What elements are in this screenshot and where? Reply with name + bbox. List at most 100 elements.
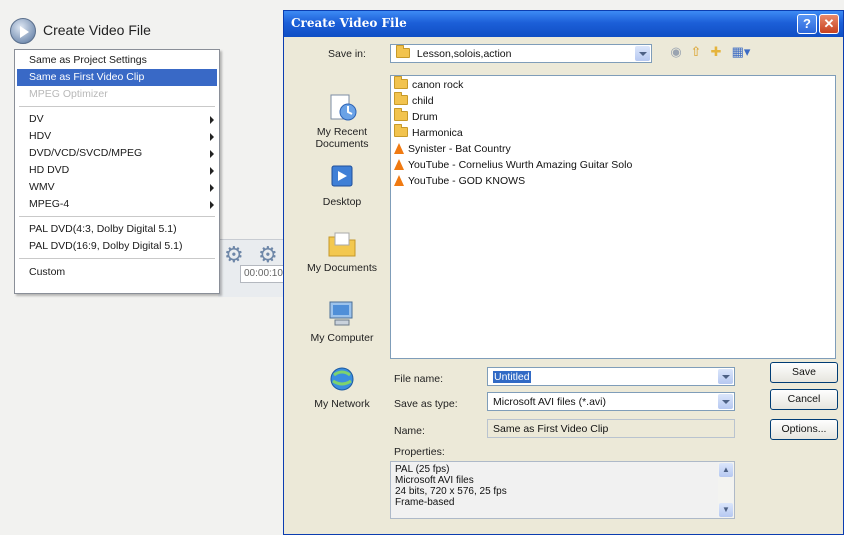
name-label: Name:: [394, 425, 425, 437]
menu-item-same-as-first-clip[interactable]: Same as First Video Clip: [17, 69, 217, 86]
menu-item-label: MPEG Optimizer: [29, 88, 108, 100]
place-my-documents[interactable]: My Documents: [296, 229, 388, 274]
menu-item-mpeg4[interactable]: MPEG-4: [17, 196, 217, 213]
my-network-icon: [325, 365, 359, 395]
dialog-titlebar[interactable]: Create Video File ? ✕: [284, 11, 843, 37]
properties-box[interactable]: PAL (25 fps) Microsoft AVI files 24 bits…: [390, 461, 735, 519]
submenu-arrow-icon: [210, 184, 214, 192]
menu-item-label: Custom: [29, 266, 66, 278]
menu-item-label: Same as First Video Clip: [29, 71, 145, 83]
place-label: My Network: [314, 398, 370, 410]
menu-item-custom[interactable]: Custom: [17, 264, 217, 281]
close-button[interactable]: ✕: [819, 14, 839, 34]
properties-label: Properties:: [394, 446, 445, 458]
menu-item-label: WMV: [29, 181, 55, 193]
name-value: Same as First Video Clip: [493, 423, 609, 435]
menu-item-label: PAL DVD(4:3, Dolby Digital 5.1): [29, 223, 177, 235]
file-name: Drum: [412, 111, 438, 123]
file-name: Synister - Bat Country: [408, 143, 511, 155]
list-item[interactable]: Synister - Bat Country: [394, 143, 511, 159]
folder-icon: [394, 108, 408, 121]
my-computer-icon: [325, 299, 359, 329]
help-button[interactable]: ?: [797, 14, 817, 34]
save-in-label: Save in:: [328, 48, 366, 60]
file-name: YouTube - GOD KNOWS: [408, 175, 526, 187]
menu-item-label: PAL DVD(16:9, Dolby Digital 5.1): [29, 240, 183, 252]
list-item[interactable]: YouTube - Cornelius Wurth Amazing Guitar…: [394, 159, 632, 175]
submenu-arrow-icon: [210, 150, 214, 158]
file-name-input[interactable]: Untitled: [487, 367, 735, 386]
vlc-cone-icon: [394, 143, 404, 154]
create-video-file-menu-panel: Create Video File ⚙ ⚙ 00:00:10 Same as P…: [8, 14, 292, 297]
cancel-button[interactable]: Cancel: [770, 389, 838, 410]
up-folder-icon[interactable]: ⇧: [688, 44, 704, 60]
menu-item-pal-dvd-4-3[interactable]: PAL DVD(4:3, Dolby Digital 5.1): [17, 221, 217, 238]
submenu-arrow-icon: [210, 116, 214, 124]
submenu-arrow-icon: [210, 133, 214, 141]
menu-item-hdv[interactable]: HDV: [17, 128, 217, 145]
properties-line: 24 bits, 720 x 576, 25 fps: [395, 486, 507, 497]
save-in-value: Lesson,solois,action: [416, 48, 512, 60]
save-as-type-label: Save as type:: [394, 398, 458, 410]
menu-title: Create Video File: [43, 22, 151, 38]
folder-icon: [394, 92, 408, 105]
file-name: child: [412, 95, 434, 107]
menu-item-label: DVD/VCD/SVCD/MPEG: [29, 147, 143, 159]
video-reel-icon: [10, 18, 36, 44]
scroll-up-icon[interactable]: ▲: [719, 463, 733, 477]
chevron-down-icon: [635, 46, 650, 61]
menu-separator: [19, 258, 215, 259]
properties-line: Microsoft AVI files: [395, 475, 474, 486]
properties-line: PAL (25 fps): [395, 464, 450, 475]
submenu-arrow-icon: [210, 201, 214, 209]
menu-item-dv[interactable]: DV: [17, 111, 217, 128]
menu-item-same-as-project[interactable]: Same as Project Settings: [17, 52, 217, 69]
save-in-combo[interactable]: Lesson,solois,action: [390, 44, 652, 63]
menu-item-label: MPEG-4: [29, 198, 70, 210]
name-field: Same as First Video Clip: [487, 419, 735, 438]
folder-icon: [394, 124, 408, 137]
place-desktop[interactable]: Desktop: [296, 163, 388, 208]
file-name: canon rock: [412, 79, 464, 91]
menu-item-wmv[interactable]: WMV: [17, 179, 217, 196]
menu-separator: [19, 216, 215, 217]
file-name: Harmonica: [412, 127, 463, 139]
menu-item-label: HD DVD: [29, 164, 70, 176]
options-button[interactable]: Options...: [770, 419, 838, 440]
file-name-label: File name:: [394, 373, 444, 385]
my-documents-icon: [325, 229, 359, 259]
menu-item-label: Same as Project Settings: [29, 54, 147, 66]
new-folder-icon[interactable]: ✚: [708, 44, 724, 60]
menu-item-dvd-vcd-svcd-mpeg[interactable]: DVD/VCD/SVCD/MPEG: [17, 145, 217, 162]
back-icon[interactable]: ◉: [668, 44, 684, 60]
view-menu-icon[interactable]: ▦▾: [730, 44, 752, 60]
vlc-cone-icon: [394, 159, 404, 170]
save-as-type-select[interactable]: Microsoft AVI files (*.avi): [487, 392, 735, 411]
menu-item-mpeg-optimizer: MPEG Optimizer: [17, 86, 217, 103]
file-list[interactable]: canon rock child Drum Harmonica Synister…: [390, 75, 836, 359]
scroll-down-icon[interactable]: ▼: [719, 503, 733, 517]
create-video-file-dialog: Create Video File ? ✕ Save in: Lesson,so…: [283, 10, 844, 535]
recent-documents-icon: [325, 93, 359, 123]
list-item[interactable]: canon rock: [394, 76, 464, 95]
list-item[interactable]: YouTube - GOD KNOWS: [394, 175, 525, 191]
list-item[interactable]: Harmonica: [394, 124, 463, 143]
places-bar: My Recent Documents Desktop My Documents…: [296, 71, 388, 471]
menu-item-label: HDV: [29, 130, 52, 142]
desktop-icon: [325, 163, 359, 193]
properties-line: Frame-based: [395, 497, 455, 508]
properties-scrollbar[interactable]: ▲ ▼: [718, 462, 734, 518]
place-my-network[interactable]: My Network: [296, 365, 388, 410]
menu-item-pal-dvd-16-9[interactable]: PAL DVD(16:9, Dolby Digital 5.1): [17, 238, 217, 255]
vlc-cone-icon: [394, 175, 404, 186]
dialog-title: Create Video File: [291, 16, 407, 30]
place-label: My Documents: [306, 262, 378, 274]
save-button[interactable]: Save: [770, 362, 838, 383]
place-label: Desktop: [322, 196, 362, 208]
menu-header-button[interactable]: Create Video File: [8, 14, 278, 48]
menu-item-hd-dvd[interactable]: HD DVD: [17, 162, 217, 179]
timeline-strip: ⚙ ⚙ 00:00:10: [218, 239, 292, 297]
create-video-dropdown-menu: Same as Project Settings Same as First V…: [14, 49, 220, 294]
place-my-computer[interactable]: My Computer: [296, 299, 388, 344]
place-my-recent-documents[interactable]: My Recent Documents: [296, 93, 388, 150]
